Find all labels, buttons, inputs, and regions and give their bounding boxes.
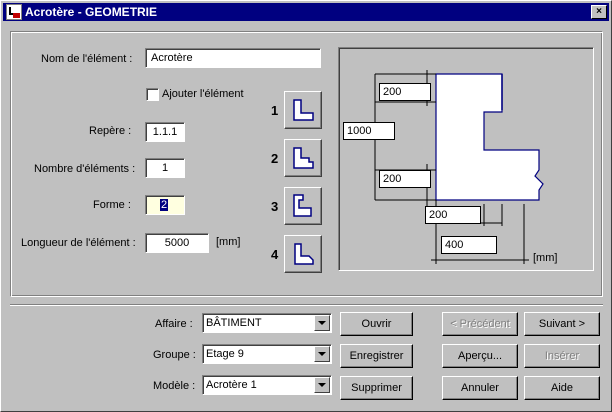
dim-width-bottom-box: 400 <box>441 236 497 254</box>
groupe-select[interactable]: Etage 9 <box>202 344 332 364</box>
longueur-unit: [mm] <box>216 236 241 248</box>
chevron-down-icon[interactable] <box>314 315 330 331</box>
groupe-label: Groupe : <box>153 349 196 361</box>
app-icon <box>6 4 22 20</box>
ajouter-checkbox[interactable] <box>146 88 159 101</box>
nombre-input[interactable]: 1 <box>145 158 185 178</box>
dim-height-box: 1000 <box>343 122 395 140</box>
shape-l-icon <box>293 99 314 121</box>
modele-select[interactable]: Acrotère 1 <box>202 375 332 395</box>
enregistrer-button[interactable]: Enregistrer <box>340 344 413 368</box>
forme-value: 2 <box>160 199 169 211</box>
shape-2-button[interactable] <box>284 139 322 177</box>
longueur-input[interactable]: 5000 <box>145 233 209 253</box>
close-icon: × <box>596 6 602 17</box>
annuler-button[interactable]: Annuler <box>442 376 518 400</box>
title-bar[interactable]: Acrotère - GEOMETRIE × <box>3 3 609 21</box>
forme-label: Forme : <box>93 199 131 211</box>
dim-top-box: 200 <box>379 83 431 101</box>
aide-button[interactable]: Aide <box>524 376 600 400</box>
shape-4-button[interactable] <box>284 235 322 273</box>
shape-4-number: 4 <box>271 247 279 262</box>
precedent-button[interactable]: < Précédent <box>442 312 518 336</box>
repere-label: Repère : <box>89 125 132 137</box>
dim-bottom-box: 200 <box>379 170 431 188</box>
repere-input[interactable]: 1.1.1 <box>145 122 185 142</box>
shape-1-number: 1 <box>271 103 279 118</box>
nom-label: Nom de l'élément : <box>41 53 133 65</box>
nom-input[interactable]: Acrotère <box>145 48 321 68</box>
longueur-label: Longueur de l'élément : <box>21 237 136 249</box>
apercu-button[interactable]: Aperçu... <box>442 344 518 368</box>
shape-l-tall-icon <box>293 194 312 217</box>
chevron-down-icon[interactable] <box>314 377 330 393</box>
shape-3-button[interactable] <box>284 187 322 225</box>
shape-l-chamfer-icon <box>294 243 314 265</box>
supprimer-button[interactable]: Supprimer <box>340 376 413 400</box>
geometry-diagram: 200 1000 200 200 400 [mm] <box>338 47 594 271</box>
shape-2-number: 2 <box>271 151 279 166</box>
modele-value: Acrotère 1 <box>206 379 257 391</box>
close-button[interactable]: × <box>591 5 607 19</box>
ajouter-label: Ajouter l'élément <box>162 88 244 100</box>
chevron-down-icon[interactable] <box>314 346 330 362</box>
shape-l-notch-icon <box>293 147 314 169</box>
window-title: Acrotère - GEOMETRIE <box>25 5 158 19</box>
nombre-label: Nombre d'éléments : <box>34 163 136 175</box>
modele-label: Modèle : <box>153 380 196 392</box>
shape-1-button[interactable] <box>284 91 322 129</box>
ouvrir-button[interactable]: Ouvrir <box>340 312 413 336</box>
affaire-label: Affaire : <box>155 318 193 330</box>
groupe-value: Etage 9 <box>206 348 244 360</box>
suivant-button[interactable]: Suivant > <box>524 312 600 336</box>
diagram-unit: [mm] <box>533 252 558 264</box>
dim-width-top-box: 200 <box>425 206 481 224</box>
separator <box>10 304 603 306</box>
affaire-value: BÂTIMENT <box>206 317 262 329</box>
forme-input[interactable]: 2 <box>145 195 185 215</box>
inserer-button[interactable]: Insérer <box>524 344 600 368</box>
shape-3-number: 3 <box>271 199 279 214</box>
affaire-select[interactable]: BÂTIMENT <box>202 313 332 333</box>
dialog-window: Acrotère - GEOMETRIE × Nom de l'élément … <box>0 0 612 412</box>
